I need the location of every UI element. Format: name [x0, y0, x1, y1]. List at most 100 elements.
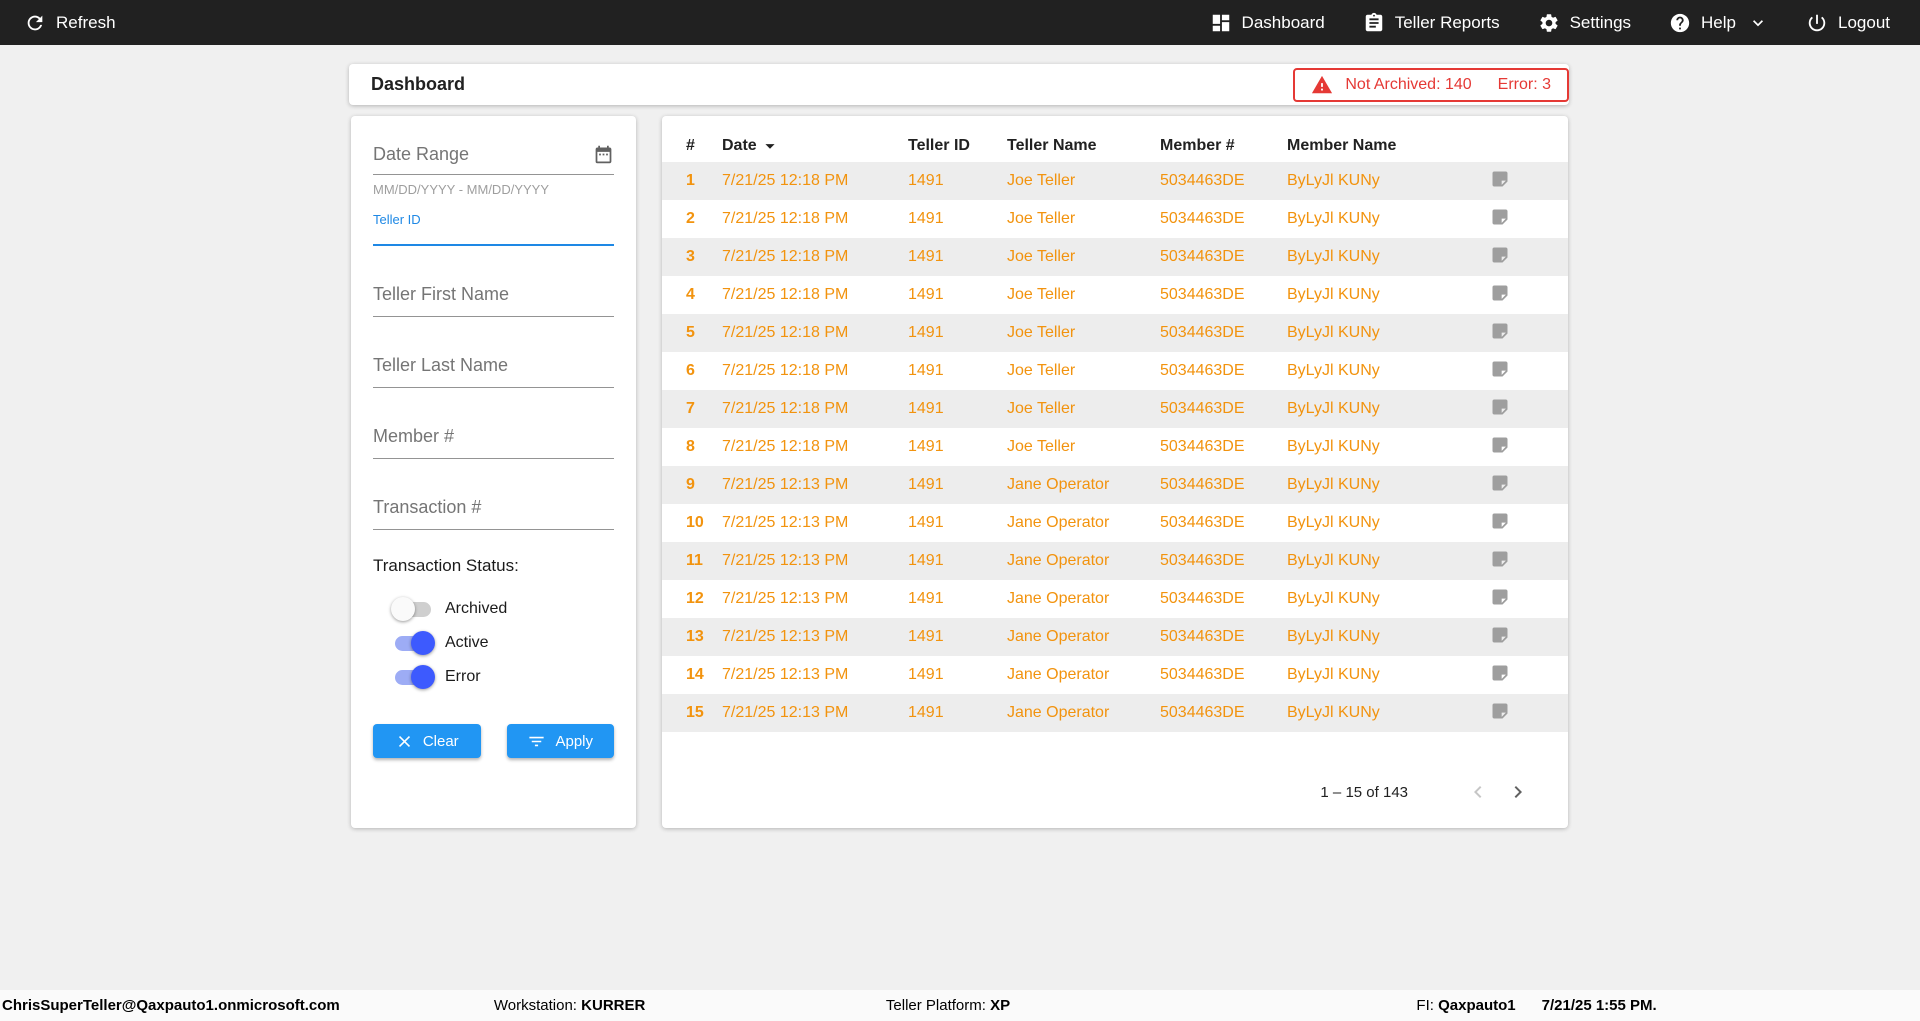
table-row[interactable]: 15 7/21/25 12:13 PM 1491 Jane Operator 5…	[662, 694, 1568, 732]
note-button[interactable]	[1490, 663, 1510, 683]
note-button[interactable]	[1490, 397, 1510, 417]
cell-actions	[1490, 200, 1568, 238]
note-button[interactable]	[1490, 321, 1510, 341]
note-button[interactable]	[1490, 625, 1510, 645]
cell-member-number: 5034463DE	[1160, 656, 1287, 694]
cell-member-name: ByLyJl KUNy	[1287, 694, 1490, 732]
cell-teller-id: 1491	[908, 542, 1007, 580]
note-button[interactable]	[1490, 435, 1510, 455]
refresh-button[interactable]: Refresh	[24, 12, 116, 34]
cell-member-number: 5034463DE	[1160, 504, 1287, 542]
member-number-input[interactable]: Member #	[373, 426, 614, 459]
table-row[interactable]: 4 7/21/25 12:18 PM 1491 Joe Teller 50344…	[662, 276, 1568, 314]
platform-value: XP	[990, 997, 1010, 1014]
status-bar: ChrisSuperTeller@Qaxpauto1.onmicrosoft.c…	[0, 990, 1920, 1021]
date-range-hint: MM/DD/YYYY - MM/DD/YYYY	[373, 182, 614, 197]
table-row[interactable]: 11 7/21/25 12:13 PM 1491 Jane Operator 5…	[662, 542, 1568, 580]
table-row[interactable]: 8 7/21/25 12:18 PM 1491 Joe Teller 50344…	[662, 428, 1568, 466]
table-header-row: # Date Teller ID Teller Name Member # Me…	[662, 129, 1568, 162]
note-icon	[1490, 587, 1510, 607]
fi-label: FI:	[1416, 997, 1434, 1014]
column-header-num[interactable]: #	[662, 129, 722, 162]
table-row[interactable]: 12 7/21/25 12:13 PM 1491 Jane Operator 5…	[662, 580, 1568, 618]
filter-icon	[527, 732, 546, 751]
toggle-archived[interactable]: Archived	[391, 592, 614, 626]
page-header: Dashboard Not Archived: 140 Error: 3	[349, 64, 1569, 105]
note-button[interactable]	[1490, 701, 1510, 721]
cell-actions	[1490, 238, 1568, 276]
table-row[interactable]: 14 7/21/25 12:13 PM 1491 Jane Operator 5…	[662, 656, 1568, 694]
table-row[interactable]: 6 7/21/25 12:18 PM 1491 Joe Teller 50344…	[662, 352, 1568, 390]
next-page-button[interactable]	[1498, 772, 1538, 812]
note-button[interactable]	[1490, 473, 1510, 493]
nav-help[interactable]: Help	[1669, 12, 1768, 34]
clear-button[interactable]: Clear	[373, 724, 481, 758]
note-button[interactable]	[1490, 283, 1510, 303]
cell-row-number: 1	[662, 162, 722, 200]
cell-date: 7/21/25 12:13 PM	[722, 504, 908, 542]
teller-id-input[interactable]	[373, 227, 614, 246]
cell-row-number: 6	[662, 352, 722, 390]
help-icon	[1669, 12, 1691, 34]
note-button[interactable]	[1490, 245, 1510, 265]
note-button[interactable]	[1490, 359, 1510, 379]
cell-row-number: 4	[662, 276, 722, 314]
table-row[interactable]: 1 7/21/25 12:18 PM 1491 Joe Teller 50344…	[662, 162, 1568, 200]
column-header-member-num[interactable]: Member #	[1160, 129, 1287, 162]
calendar-icon[interactable]	[593, 144, 614, 165]
toggle-error[interactable]: Error	[391, 660, 614, 694]
transaction-number-input[interactable]: Transaction #	[373, 497, 614, 530]
column-header-member-name[interactable]: Member Name	[1287, 129, 1490, 162]
cell-member-number: 5034463DE	[1160, 466, 1287, 504]
cell-member-number: 5034463DE	[1160, 580, 1287, 618]
column-header-date[interactable]: Date	[722, 129, 908, 162]
table-row[interactable]: 5 7/21/25 12:18 PM 1491 Joe Teller 50344…	[662, 314, 1568, 352]
table-row[interactable]: 13 7/21/25 12:13 PM 1491 Jane Operator 5…	[662, 618, 1568, 656]
teller-first-name-input[interactable]: Teller First Name	[373, 284, 614, 317]
cell-member-name: ByLyJl KUNy	[1287, 656, 1490, 694]
table-row[interactable]: 3 7/21/25 12:18 PM 1491 Joe Teller 50344…	[662, 238, 1568, 276]
cell-date: 7/21/25 12:13 PM	[722, 580, 908, 618]
nav-settings[interactable]: Settings	[1538, 12, 1631, 34]
note-button[interactable]	[1490, 549, 1510, 569]
cell-member-number: 5034463DE	[1160, 694, 1287, 732]
date-range-label: Date Range	[373, 144, 469, 165]
nav-logout[interactable]: Logout	[1806, 12, 1890, 34]
table-row[interactable]: 7 7/21/25 12:18 PM 1491 Joe Teller 50344…	[662, 390, 1568, 428]
teller-id-field[interactable]: Teller ID	[373, 212, 614, 246]
alert-error-text: Error: 3	[1498, 76, 1551, 94]
note-button[interactable]	[1490, 207, 1510, 227]
previous-page-button[interactable]	[1458, 772, 1498, 812]
cell-teller-name: Jane Operator	[1007, 466, 1160, 504]
cell-date: 7/21/25 12:18 PM	[722, 428, 908, 466]
cell-date: 7/21/25 12:13 PM	[722, 694, 908, 732]
note-button[interactable]	[1490, 169, 1510, 189]
apply-button[interactable]: Apply	[507, 724, 615, 758]
toggle-error-label: Error	[445, 668, 481, 686]
note-icon	[1490, 549, 1510, 569]
transactions-table: # Date Teller ID Teller Name Member # Me…	[662, 129, 1568, 732]
nav-dashboard[interactable]: Dashboard	[1210, 12, 1325, 34]
note-icon	[1490, 511, 1510, 531]
column-header-teller-name[interactable]: Teller Name	[1007, 129, 1160, 162]
note-button[interactable]	[1490, 587, 1510, 607]
cell-teller-id: 1491	[908, 238, 1007, 276]
refresh-icon	[24, 12, 46, 34]
date-range-input[interactable]: Date Range	[373, 144, 614, 175]
note-button[interactable]	[1490, 511, 1510, 531]
workstation-label: Workstation:	[494, 997, 577, 1014]
toggle-active[interactable]: Active	[391, 626, 614, 660]
cell-row-number: 11	[662, 542, 722, 580]
teller-last-name-input[interactable]: Teller Last Name	[373, 355, 614, 388]
nav-teller-reports[interactable]: Teller Reports	[1363, 12, 1500, 34]
toggle-active-label: Active	[445, 634, 489, 652]
nav-help-label: Help	[1701, 13, 1736, 33]
column-header-teller-id[interactable]: Teller ID	[908, 129, 1007, 162]
table-row[interactable]: 2 7/21/25 12:18 PM 1491 Joe Teller 50344…	[662, 200, 1568, 238]
cell-date: 7/21/25 12:18 PM	[722, 390, 908, 428]
not-archived-alert: Not Archived: 140 Error: 3	[1293, 68, 1569, 102]
cell-row-number: 8	[662, 428, 722, 466]
table-row[interactable]: 10 7/21/25 12:13 PM 1491 Jane Operator 5…	[662, 504, 1568, 542]
cell-date: 7/21/25 12:18 PM	[722, 352, 908, 390]
table-row[interactable]: 9 7/21/25 12:13 PM 1491 Jane Operator 50…	[662, 466, 1568, 504]
